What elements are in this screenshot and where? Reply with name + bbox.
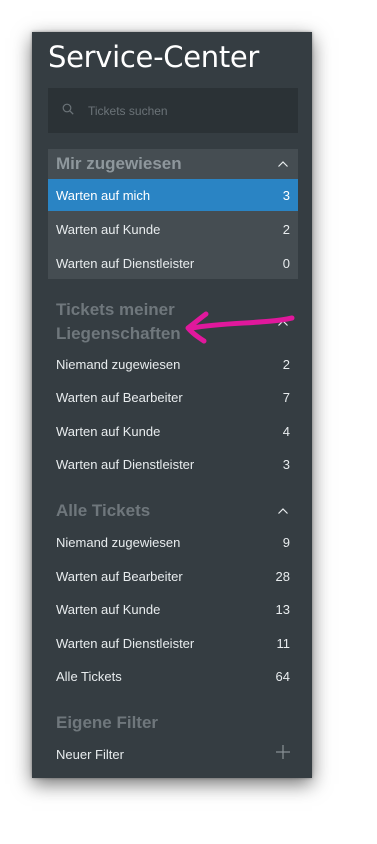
list-item-warten-auf-bearbeiter[interactable]: Warten auf Bearbeiter 7	[48, 381, 298, 413]
list-item-warten-auf-mich[interactable]: Warten auf mich 3	[48, 179, 298, 211]
list-item-niemand-zugewiesen[interactable]: Niemand zugewiesen 2	[48, 348, 298, 380]
list-item-warten-auf-kunde[interactable]: Warten auf Kunde 13	[48, 593, 298, 625]
list-item-warten-auf-kunde[interactable]: Warten auf Kunde 2	[48, 213, 298, 245]
section-title-line: Liegenschaften	[56, 324, 181, 343]
list-item-label: Warten auf mich	[56, 187, 151, 203]
list-item-label: Warten auf Kunde	[56, 221, 161, 237]
list-item-label: Warten auf Kunde	[56, 601, 161, 617]
list-item-alle-tickets[interactable]: Alle Tickets 64	[48, 660, 298, 692]
count-badge: 3	[282, 187, 290, 203]
count-badge: 0	[282, 255, 290, 271]
count-badge: 9	[282, 534, 290, 550]
annotation-arrow-icon	[185, 311, 295, 344]
section-title-tickets-meiner-liegenschaften: Tickets meiner Liegenschaften	[56, 298, 181, 346]
list-item-warten-auf-dienstleister[interactable]: Warten auf Dienstleister 3	[48, 448, 298, 480]
list-item-label: Warten auf Bearbeiter	[56, 568, 183, 584]
search-icon	[62, 103, 74, 115]
section-title-eigene-filter: Eigene Filter	[56, 713, 159, 732]
chevron-up-icon[interactable]	[277, 160, 289, 168]
list-item-label: Warten auf Dienstleister	[56, 255, 195, 271]
list-item-label: Alle Tickets	[56, 668, 122, 684]
list-item-label: Warten auf Kunde	[56, 423, 161, 439]
chevron-up-icon[interactable]	[277, 507, 289, 515]
list-item-niemand-zugewiesen[interactable]: Niemand zugewiesen 9	[48, 526, 298, 558]
list-item-label: Niemand zugewiesen	[56, 534, 181, 550]
count-badge: 7	[282, 389, 290, 405]
search-input[interactable]	[86, 100, 290, 122]
list-item-warten-auf-dienstleister[interactable]: Warten auf Dienstleister 0	[48, 247, 298, 279]
count-badge: 11	[276, 635, 291, 651]
section-title-alle-tickets: Alle Tickets	[56, 501, 151, 520]
list-item-warten-auf-dienstleister[interactable]: Warten auf Dienstleister 11	[48, 627, 298, 659]
page-title: Service-Center	[48, 40, 260, 74]
list-item-neuer-filter[interactable]: Neuer Filter	[48, 738, 298, 770]
count-badge: 64	[275, 668, 290, 684]
list-item-label: Warten auf Dienstleister	[56, 635, 195, 651]
count-badge: 28	[275, 568, 290, 584]
service-center-panel: Service-Center Mir zugewiesen Warten auf…	[32, 32, 312, 778]
search-box[interactable]	[48, 88, 298, 133]
count-badge: 2	[282, 221, 290, 237]
list-item-warten-auf-kunde[interactable]: Warten auf Kunde 4	[48, 415, 298, 447]
count-badge: 2	[282, 356, 290, 372]
section-title-line: Tickets meiner	[56, 300, 175, 319]
count-badge: 3	[282, 456, 290, 472]
list-item-label: Niemand zugewiesen	[56, 356, 181, 372]
count-badge: 4	[282, 423, 290, 439]
list-item-warten-auf-bearbeiter[interactable]: Warten auf Bearbeiter 28	[48, 560, 298, 592]
section-title-mir-zugewiesen: Mir zugewiesen	[56, 154, 182, 173]
count-badge: 13	[275, 601, 290, 617]
plus-icon[interactable]	[275, 744, 291, 760]
list-item-label: Neuer Filter	[56, 746, 124, 762]
list-item-label: Warten auf Bearbeiter	[56, 389, 183, 405]
list-item-label: Warten auf Dienstleister	[56, 456, 195, 472]
